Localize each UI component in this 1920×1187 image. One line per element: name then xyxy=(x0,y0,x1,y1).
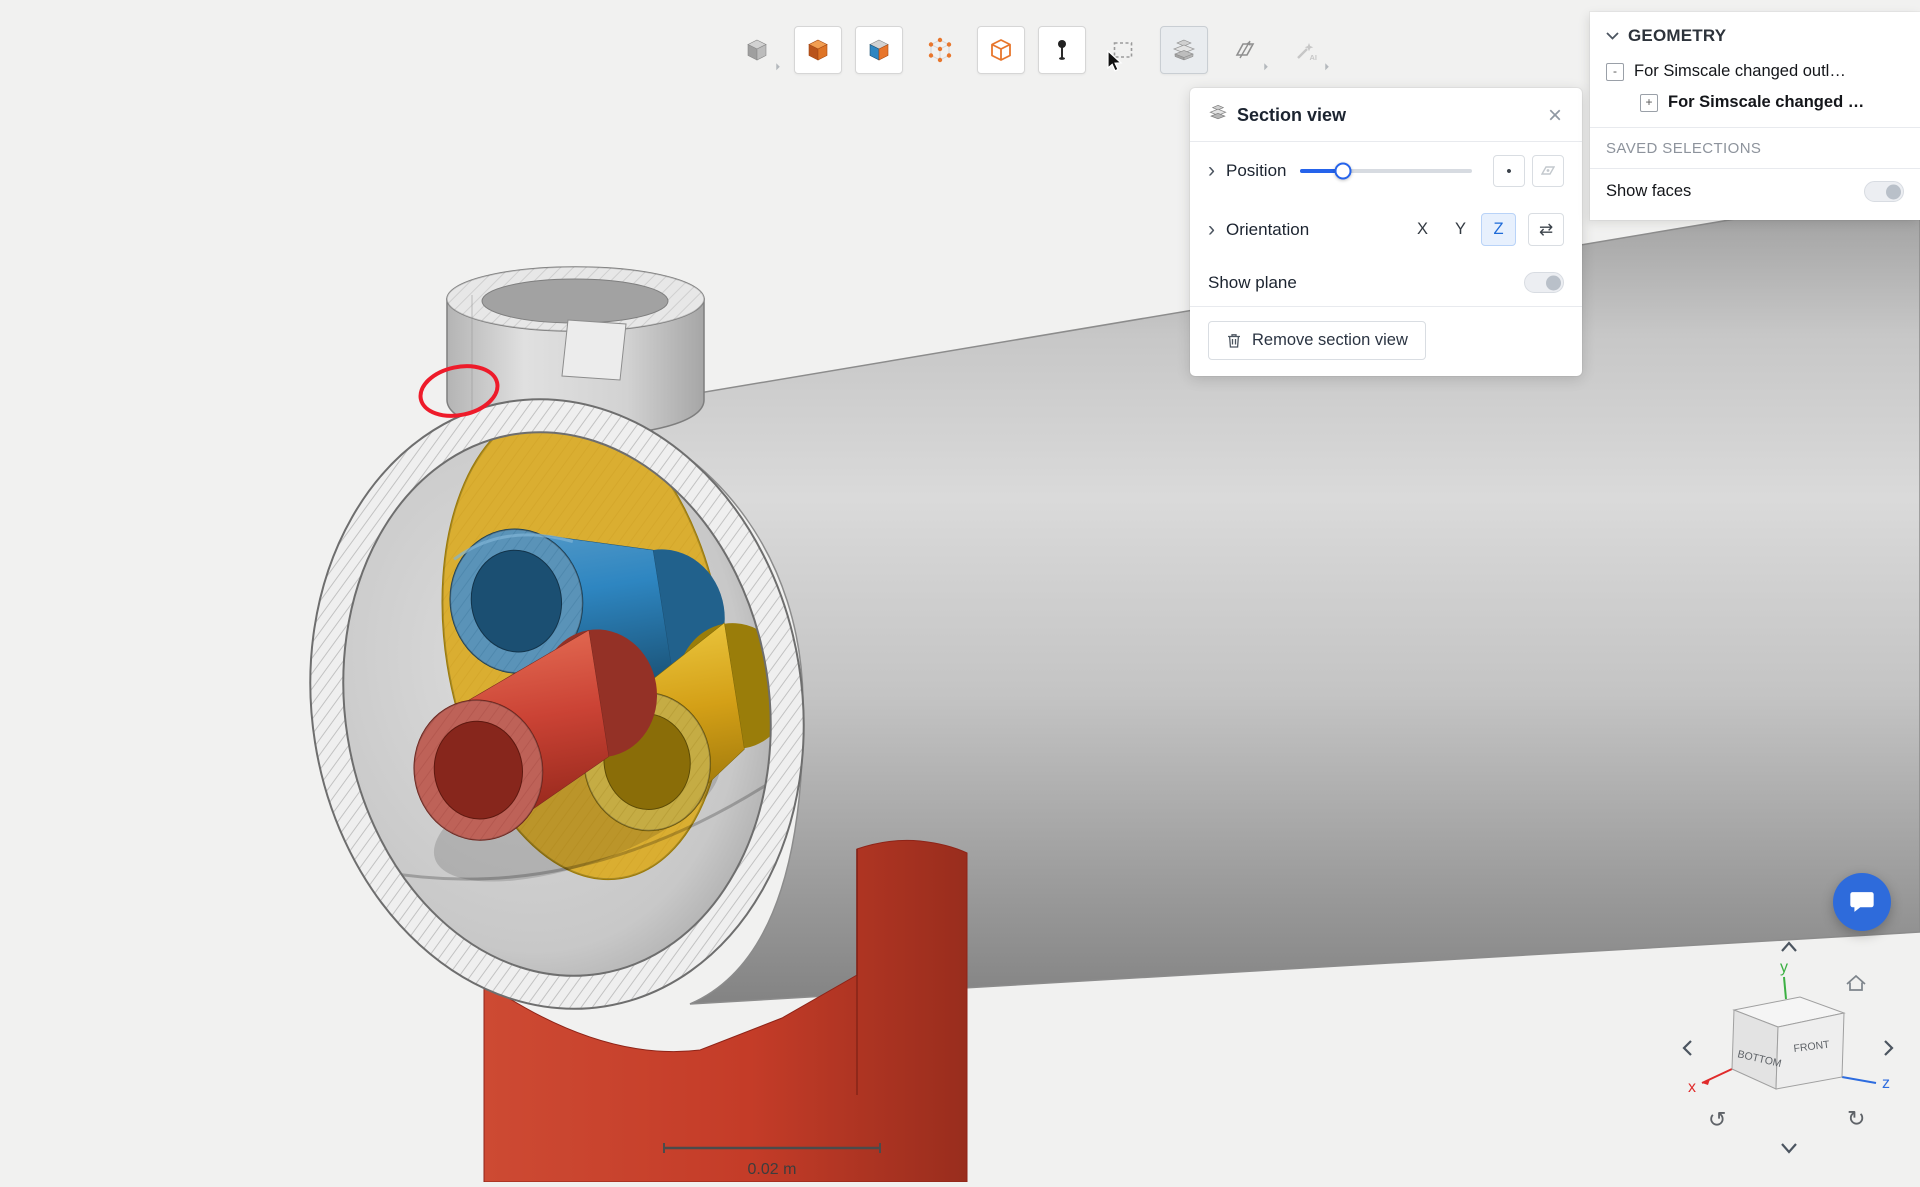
dot-icon: • xyxy=(1506,163,1511,180)
y-axis-label: y xyxy=(1780,959,1788,976)
z-axis-label: z xyxy=(1882,1075,1890,1092)
chevron-right-icon[interactable]: › xyxy=(1208,222,1215,238)
section-panel-header: Section view × xyxy=(1190,88,1582,141)
scale-bar-label: 0.02 m xyxy=(748,1161,797,1178)
x-axis-label: x xyxy=(1688,1079,1696,1096)
rotate-up-chevron[interactable] xyxy=(1782,943,1796,951)
section-view-button[interactable] xyxy=(1160,26,1208,74)
geometry-panel: GEOMETRY - For Simscale changed outl… + … xyxy=(1590,12,1920,220)
section-view-icon xyxy=(1171,37,1197,63)
position-slider[interactable] xyxy=(1300,162,1472,180)
slider-track[interactable] xyxy=(1300,169,1472,173)
orientation-label: Orientation xyxy=(1226,220,1309,240)
flip-direction-button[interactable]: ⇄ xyxy=(1528,213,1564,246)
show-plane-row: Show plane xyxy=(1190,259,1582,306)
clip-plane-icon xyxy=(1232,37,1258,63)
chevron-right-icon[interactable]: › xyxy=(1208,163,1215,179)
collapse-icon[interactable]: - xyxy=(1606,63,1624,81)
select-faces-button[interactable] xyxy=(855,26,903,74)
gray-cube-icon xyxy=(744,37,770,63)
axis-x-button[interactable]: X xyxy=(1405,213,1440,246)
position-point-button[interactable]: • xyxy=(1493,155,1525,187)
position-plane-button[interactable] xyxy=(1532,155,1564,187)
marquee-select-icon xyxy=(1110,37,1136,63)
rotate-left-chevron[interactable] xyxy=(1684,1041,1691,1055)
roll-ccw-icon[interactable]: ↺ xyxy=(1708,1107,1726,1132)
orientation-row: › Orientation X Y Z ⇄ xyxy=(1190,200,1582,259)
swap-arrows-icon: ⇄ xyxy=(1539,220,1553,240)
probe-point-button[interactable] xyxy=(1038,26,1086,74)
show-plane-toggle[interactable] xyxy=(1524,272,1564,293)
show-faces-row: Show faces xyxy=(1590,169,1920,216)
viewer-toolbar: AI xyxy=(733,26,1330,74)
close-icon[interactable]: × xyxy=(1546,106,1564,126)
edges-cube-icon xyxy=(988,37,1014,63)
show-faces-label: Show faces xyxy=(1606,182,1691,201)
geometry-title: GEOMETRY xyxy=(1628,26,1726,46)
rotate-down-chevron[interactable] xyxy=(1782,1144,1796,1152)
axis-z-button[interactable]: Z xyxy=(1481,213,1516,246)
section-panel-footer: Remove section view xyxy=(1190,307,1582,376)
geometry-header[interactable]: GEOMETRY xyxy=(1590,12,1920,56)
chevron-down-icon xyxy=(1606,32,1619,40)
tree-item-root[interactable]: - For Simscale changed outl… xyxy=(1590,56,1920,87)
vertices-icon xyxy=(927,37,953,63)
select-volumes-button[interactable] xyxy=(794,26,842,74)
remove-section-view-label: Remove section view xyxy=(1252,331,1408,350)
y-axis-line xyxy=(1784,977,1786,999)
view-orientation-button[interactable] xyxy=(733,26,781,74)
tree-item-label: For Simscale changed … xyxy=(1668,93,1864,112)
toggle-knob xyxy=(1546,275,1561,290)
section-view-icon xyxy=(1208,103,1228,128)
home-icon[interactable] xyxy=(1847,976,1865,990)
tree-item-child[interactable]: + For Simscale changed … xyxy=(1590,87,1920,118)
show-plane-label: Show plane xyxy=(1208,273,1297,293)
select-vertices-button[interactable] xyxy=(916,26,964,74)
section-view-panel: Section view × › Position • › Orientatio… xyxy=(1190,88,1582,376)
view-navigator: y x z BOTTOM FRONT ↺ ↻ xyxy=(1630,915,1920,1187)
saved-selections-label: SAVED SELECTIONS xyxy=(1590,128,1920,168)
toggle-knob xyxy=(1886,184,1901,199)
plane-icon xyxy=(1541,164,1555,178)
slider-handle[interactable] xyxy=(1335,163,1352,180)
position-row: › Position • xyxy=(1190,142,1582,200)
trash-icon xyxy=(1226,332,1242,349)
orientation-cube[interactable]: BOTTOM FRONT xyxy=(1732,997,1844,1089)
multicolor-cube-icon xyxy=(866,37,892,63)
orange-cube-icon xyxy=(805,37,831,63)
axis-buttons: X Y Z ⇄ xyxy=(1402,213,1564,246)
ai-label: AI xyxy=(1310,53,1318,62)
position-label: Position xyxy=(1226,161,1286,181)
box-select-button[interactable] xyxy=(1099,26,1147,74)
clip-plane-button[interactable] xyxy=(1221,26,1269,74)
select-edges-button[interactable] xyxy=(977,26,1025,74)
nozzle-bore xyxy=(482,279,668,323)
panel-title: Section view xyxy=(1237,105,1346,126)
rotate-right-chevron[interactable] xyxy=(1885,1041,1892,1055)
show-faces-toggle[interactable] xyxy=(1864,181,1904,202)
ai-tools-button[interactable]: AI xyxy=(1282,26,1330,74)
axis-y-button[interactable]: Y xyxy=(1443,213,1478,246)
probe-pin-icon xyxy=(1049,37,1075,63)
expand-icon[interactable]: + xyxy=(1640,94,1658,112)
support-chat-button[interactable] xyxy=(1833,873,1891,931)
chat-icon xyxy=(1848,888,1876,916)
roll-cw-icon[interactable]: ↻ xyxy=(1847,1106,1865,1131)
remove-section-view-button[interactable]: Remove section view xyxy=(1208,321,1426,360)
tree-item-label: For Simscale changed outl… xyxy=(1634,62,1846,81)
nozzle-cut-notch xyxy=(562,320,626,380)
z-axis-line xyxy=(1842,1077,1876,1083)
ai-wand-icon: AI xyxy=(1293,37,1319,63)
